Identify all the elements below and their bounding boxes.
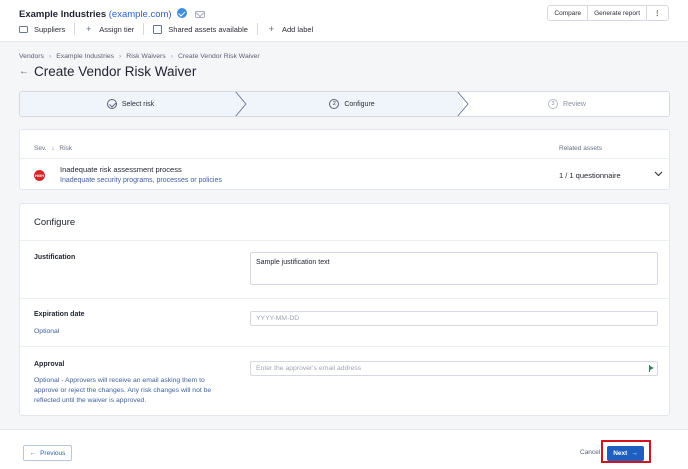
step-label: Configure — [344, 100, 375, 108]
plus-icon: + — [86, 23, 92, 34]
suppliers-button[interactable]: Suppliers — [19, 25, 65, 34]
risk-name: Inadequate risk assessment process — [60, 165, 182, 174]
chevron-down-icon[interactable] — [654, 171, 663, 177]
justification-textarea[interactable]: Sample justification text — [250, 252, 658, 285]
vendor-header: Example Industries (example.com) Supplie… — [0, 0, 688, 42]
configure-title: Configure — [34, 217, 76, 228]
generate-report-button[interactable]: Generate report — [588, 6, 647, 20]
step-chevron-icon — [456, 92, 470, 116]
add-label-button[interactable]: + Add label — [267, 23, 314, 34]
approver-email-input[interactable]: Enter the approver's email address — [250, 361, 658, 376]
vendor-actions-bar: Suppliers + Assign tier Shared assets av… — [19, 23, 322, 35]
divider — [20, 158, 671, 159]
cancel-button[interactable]: Cancel — [580, 449, 600, 456]
divider — [20, 298, 671, 299]
step-review: 3 Review — [463, 92, 669, 116]
expiration-date-input[interactable]: YYYY-MM-DD — [250, 311, 658, 326]
check-circle-icon — [106, 99, 117, 109]
divider — [20, 346, 671, 347]
step-number: 3 — [548, 99, 559, 109]
wizard-stepper: Select risk 2 Configure 3 Review — [19, 91, 670, 117]
document-icon — [153, 24, 163, 34]
divider — [143, 23, 145, 35]
header-button-group: Compare Generate report ⋮ — [547, 5, 669, 21]
breadcrumb: Vendors › Example Industries › Risk Waiv… — [19, 53, 260, 60]
sort-down-icon[interactable]: ↓ — [51, 145, 54, 152]
risk-table-header: Sev. ↓ Risk — [34, 145, 72, 152]
breadcrumb-vendor[interactable]: Example Industries — [56, 53, 114, 60]
page-title: Create Vendor Risk Waiver — [34, 64, 197, 79]
vendor-name: Example Industries — [19, 9, 107, 20]
breadcrumb-separator: › — [170, 53, 173, 60]
related-assets-count: 1 / 1 questionnaire — [559, 171, 621, 180]
severity-high-icon: HIGH — [34, 170, 45, 181]
step-label: Select risk — [121, 100, 155, 108]
vendor-domain-link[interactable]: (example.com) — [109, 9, 172, 20]
autofill-icon[interactable] — [649, 365, 655, 372]
verified-check-icon — [177, 8, 188, 18]
assign-tier-label: Assign tier — [99, 24, 135, 34]
arrow-left-icon: ← — [29, 449, 37, 457]
shared-assets-label: Shared assets available — [168, 24, 248, 34]
suppliers-label: Suppliers — [34, 24, 66, 34]
configure-card: Configure Justification Sample justifica… — [19, 203, 671, 416]
divider — [74, 23, 76, 35]
approver-email-placeholder: Enter the approver's email address — [256, 365, 362, 372]
step-number: 2 — [329, 99, 340, 109]
more-options-icon[interactable]: ⋮ — [647, 6, 668, 20]
folder-icon — [19, 25, 28, 33]
breadcrumb-current: Create Vendor Risk Waiver — [177, 53, 260, 60]
previous-button[interactable]: ← Previous — [23, 445, 72, 461]
step-chevron-icon — [235, 92, 247, 116]
risk-column-header[interactable]: Risk — [59, 145, 72, 152]
wizard-footer: ← Previous Cancel Next → — [0, 429, 688, 469]
assign-tier-button[interactable]: + Assign tier — [84, 23, 135, 34]
selected-risk-card: Sev. ↓ Risk Related assets HIGH Inadequa… — [19, 129, 671, 190]
step-label: Review — [563, 100, 586, 108]
vendor-title: Example Industries (example.com) — [19, 7, 205, 20]
mail-icon[interactable] — [194, 11, 205, 18]
breadcrumb-separator: › — [119, 53, 122, 60]
related-assets-column-header: Related assets — [559, 145, 602, 152]
breadcrumb-separator: › — [48, 53, 52, 60]
expiration-date-help: Optional — [34, 328, 60, 335]
divider — [20, 240, 671, 241]
previous-label: Previous — [40, 449, 66, 457]
highlight-box — [601, 440, 651, 463]
divider — [256, 23, 258, 35]
shared-assets-button[interactable]: Shared assets available — [153, 24, 248, 34]
add-label-label: Add label — [281, 24, 314, 34]
step-select-risk[interactable]: Select risk — [20, 92, 241, 116]
back-arrow-icon[interactable]: ← — [19, 66, 29, 77]
risk-category: Inadequate security programs, processes … — [60, 177, 222, 184]
approval-help: Optional - Approvers will receive an ema… — [34, 377, 212, 404]
approval-label: Approval — [34, 361, 65, 368]
step-configure[interactable]: 2 Configure — [241, 92, 463, 116]
breadcrumb-vendors[interactable]: Vendors — [19, 53, 44, 60]
plus-icon: + — [268, 23, 275, 34]
justification-label: Justification — [34, 254, 76, 261]
breadcrumb-risk-waivers[interactable]: Risk Waivers — [126, 53, 165, 60]
severity-column-header[interactable]: Sev. — [34, 145, 47, 152]
compare-button[interactable]: Compare — [548, 6, 589, 20]
expiration-date-label: Expiration date — [34, 311, 85, 318]
